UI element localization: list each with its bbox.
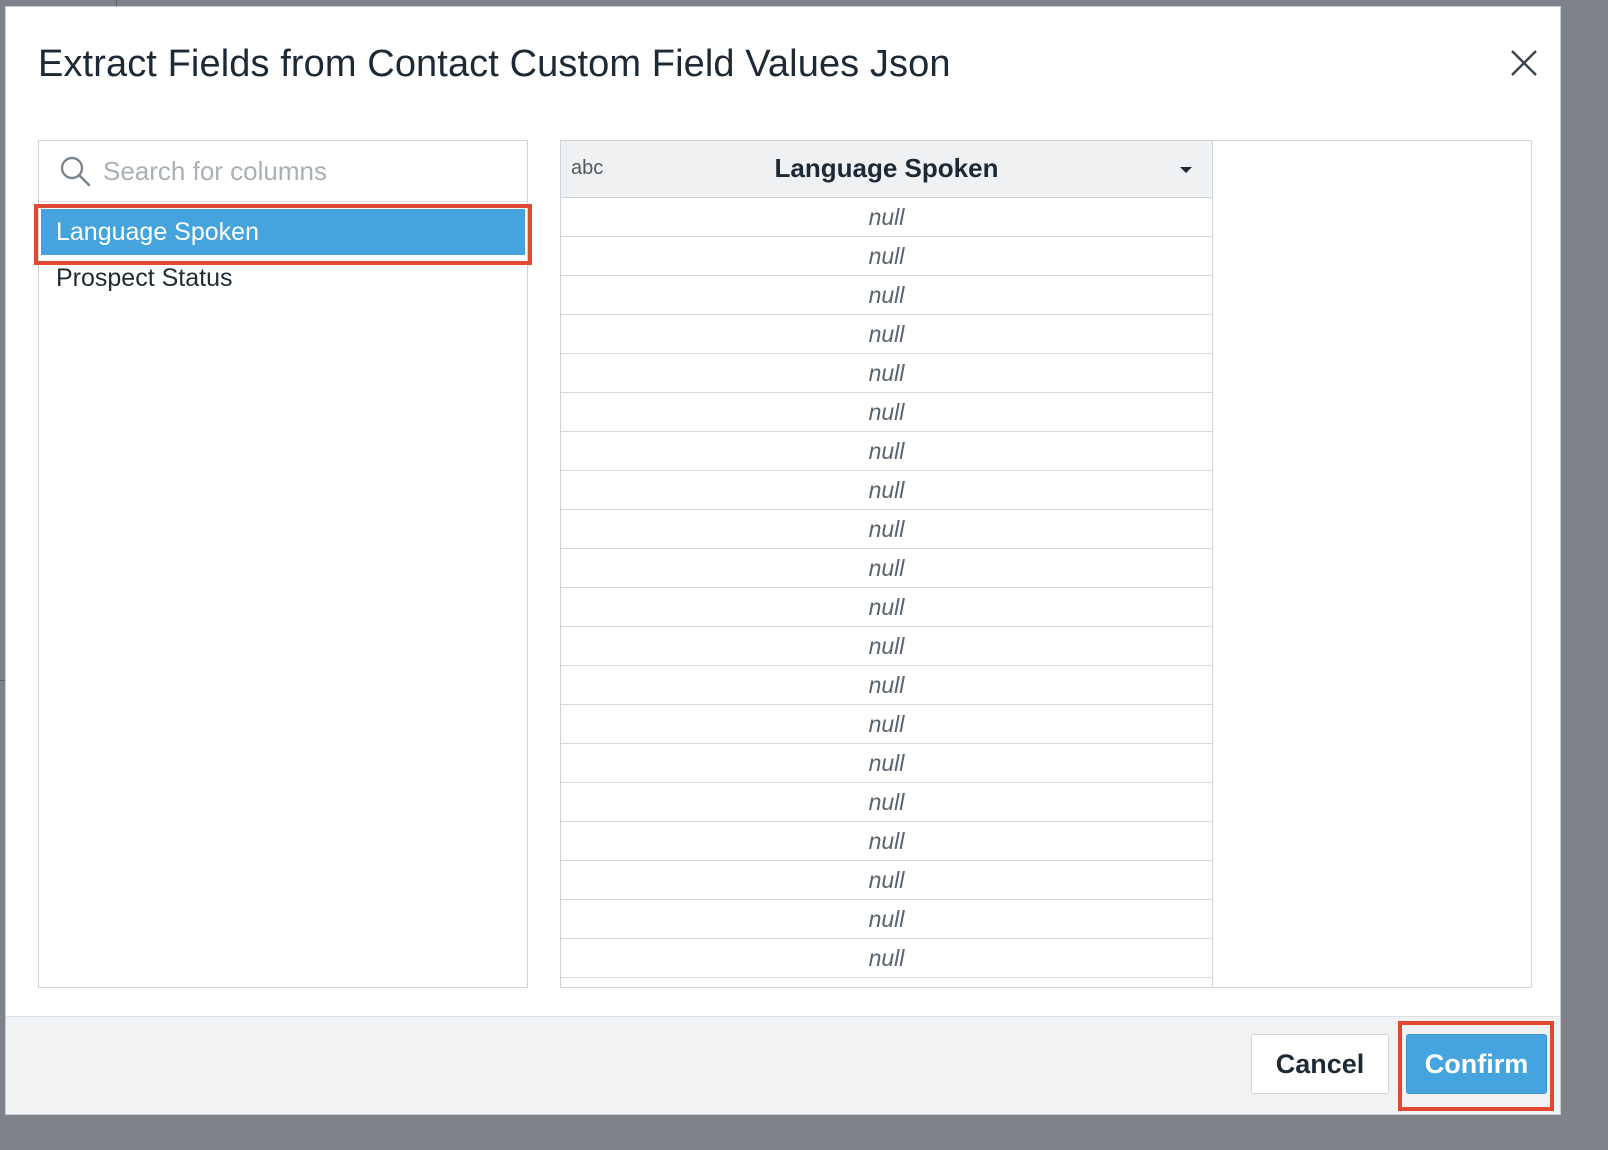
column-picker: Language Spoken Prospect Status [38,140,528,988]
column-search [39,141,527,202]
preview-cell: null [561,237,1212,276]
preview-cell: null [561,354,1212,393]
preview-cell: null [561,198,1212,237]
column-header[interactable]: abc Language Spoken [561,141,1212,198]
dialog-title: Extract Fields from Contact Custom Field… [38,43,951,85]
caret-down-icon[interactable] [1178,165,1194,175]
preview-cell: null [561,861,1212,900]
preview-cell: null [561,315,1212,354]
column-item-language-spoken[interactable]: Language Spoken [41,209,525,255]
column-header-label: Language Spoken [774,153,999,183]
confirm-button[interactable]: Confirm [1406,1034,1547,1094]
preview-cell: null [561,666,1212,705]
preview-cell: null [561,822,1212,861]
close-button[interactable] [1504,43,1544,83]
preview-cell: null [561,588,1212,627]
preview-cell: null [561,393,1212,432]
preview-cell: null [561,276,1212,315]
preview-cell: null [561,705,1212,744]
column-search-input[interactable] [103,151,503,191]
preview-cell: null [561,627,1212,666]
column-item-prospect-status[interactable]: Prospect Status [39,255,527,301]
dialog-footer: Cancel Confirm [6,1016,1560,1114]
preview-grid: abc Language Spoken null null null null null… [560,140,1532,988]
column-item-label: Language Spoken [56,218,259,246]
cancel-button[interactable]: Cancel [1251,1034,1389,1094]
extract-fields-dialog: Extract Fields from Contact Custom Field… [5,6,1561,1115]
preview-cell: null [561,549,1212,588]
column-list: Language Spoken Prospect Status [39,209,527,301]
preview-cell: null [561,939,1212,978]
preview-rows: null null null null null null null null null null… [561,198,1212,978]
close-icon [1511,50,1537,76]
preview-cell: null [561,744,1212,783]
preview-cell: null [561,432,1212,471]
preview-cell: null [561,900,1212,939]
preview-cell: null [561,510,1212,549]
preview-cell: null [561,471,1212,510]
search-icon [60,156,91,187]
column-item-label: Prospect Status [56,264,233,292]
preview-column: abc Language Spoken null null null null null… [561,141,1213,987]
preview-cell: null [561,783,1212,822]
